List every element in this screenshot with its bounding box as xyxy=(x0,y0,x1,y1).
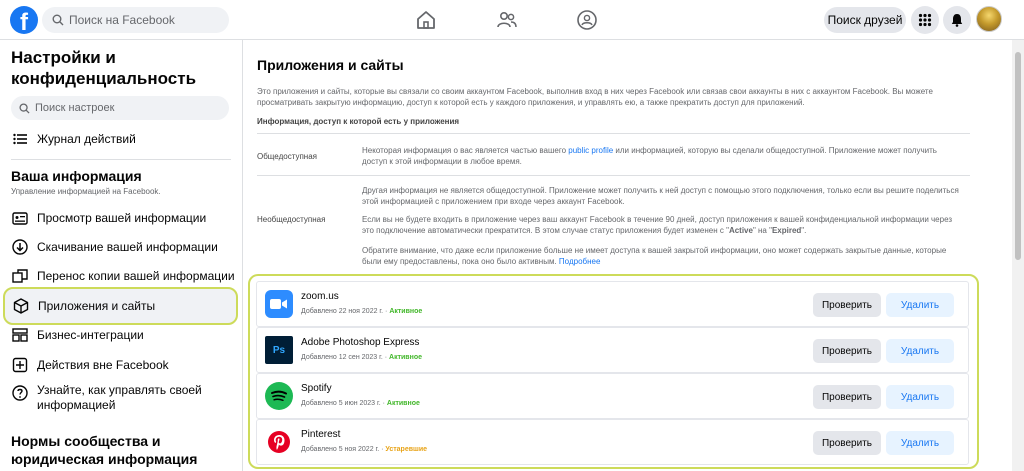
friends-icon[interactable] xyxy=(496,9,518,31)
sidebar-item-manage-info[interactable]: Узнайте, как управлять своей информацией xyxy=(8,381,236,417)
app-card-photoshop-express: Ps Adobe Photoshop Express Добавлено 12 … xyxy=(256,327,969,373)
menu-grid-icon xyxy=(918,13,932,27)
app-card-zoom: zoom.us Добавлено 22 ноя 2022 г. · Актив… xyxy=(256,281,969,327)
page-description: Это приложения и сайты, которые вы связа… xyxy=(257,87,933,107)
top-navigation-bar: f Поиск друзей xyxy=(0,0,1024,40)
off-facebook-icon xyxy=(11,356,29,374)
sidebar-item-label: Скачивание вашей информации xyxy=(37,240,218,254)
divider xyxy=(257,175,970,176)
pinterest-icon xyxy=(265,428,293,456)
your-info-heading: Ваша информация xyxy=(11,168,142,184)
menu-button[interactable] xyxy=(911,6,939,34)
review-button[interactable]: Проверить xyxy=(813,339,881,363)
sidebar-item-label: Журнал действий xyxy=(37,132,136,146)
settings-search-input[interactable] xyxy=(35,102,215,114)
review-button[interactable]: Проверить xyxy=(813,385,881,409)
sidebar-item-label: Перенос копии вашей информации xyxy=(37,269,235,283)
remove-button[interactable]: Удалить xyxy=(886,385,954,409)
your-info-subtitle: Управление информацией на Facebook. xyxy=(11,187,161,196)
nonpublic-info-paragraph-2: Если вы не будете входить в приложение ч… xyxy=(362,215,953,235)
community-standards-heading: Нормы сообщества и юридическая информаци… xyxy=(11,433,198,467)
app-card-pinterest: Pinterest Добавлено 5 ноя 2022 г. · Уста… xyxy=(256,419,969,465)
page-title: Приложения и сайты xyxy=(257,57,404,73)
review-button[interactable]: Проверить xyxy=(813,293,881,317)
sidebar-item-view-info[interactable]: Просмотр вашей информации xyxy=(8,204,236,232)
sidebar-item-apps-and-websites[interactable]: Приложения и сайты xyxy=(3,287,238,325)
learn-more-link[interactable]: Подробнее xyxy=(559,257,601,266)
download-icon xyxy=(11,238,29,256)
app-added-date: Добавлено 12 сен 2023 г. · Активное xyxy=(301,354,423,361)
photoshop-icon: Ps xyxy=(265,336,293,364)
info-card-icon xyxy=(11,209,29,227)
spotify-icon xyxy=(265,382,293,410)
business-icon xyxy=(11,326,29,344)
sidebar-item-label: Приложения и сайты xyxy=(38,299,156,313)
sidebar-item-label: Бизнес-интеграции xyxy=(37,328,144,342)
nonpublic-info-paragraph-3: Обратите внимание, что даже если приложе… xyxy=(362,246,947,266)
app-card-spotify: Spotify Добавлено 5 июн 2023 г. · Активн… xyxy=(256,373,969,419)
app-added-date: Добавлено 5 ноя 2022 г. · Устаревшие xyxy=(301,446,428,453)
divider xyxy=(257,133,970,134)
status-badge: Активное xyxy=(389,308,423,315)
help-icon xyxy=(11,384,29,402)
transfer-icon xyxy=(11,267,29,285)
app-name: Spotify xyxy=(301,383,332,394)
scrollbar-thumb[interactable] xyxy=(1015,52,1021,260)
cube-icon xyxy=(12,297,30,315)
app-name: zoom.us xyxy=(301,291,339,302)
sidebar-item-business-integrations[interactable]: Бизнес-интеграции xyxy=(8,321,236,349)
settings-search[interactable] xyxy=(11,96,229,120)
status-badge: Активное xyxy=(386,400,420,407)
sidebar-item-label: Узнайте, как управлять своей информацией xyxy=(37,383,202,412)
remove-button[interactable]: Удалить xyxy=(886,339,954,363)
notifications-button[interactable] xyxy=(943,6,971,34)
groups-icon[interactable] xyxy=(576,9,598,31)
sidebar-item-activity-log[interactable]: Журнал действий xyxy=(8,125,236,153)
search-icon xyxy=(52,14,64,26)
nonpublic-info-paragraph-1: Другая информация не является общедоступ… xyxy=(362,186,959,206)
public-info-label: Общедоступная xyxy=(257,152,317,161)
app-access-heading: Информация, доступ к которой есть у прил… xyxy=(257,117,460,126)
avatar[interactable] xyxy=(976,6,1002,32)
nonpublic-info-label: Необщедоступная xyxy=(257,215,326,224)
app-name: Pinterest xyxy=(301,429,341,440)
app-added-date: Добавлено 22 ноя 2022 г. · Активное xyxy=(301,308,423,315)
public-profile-link[interactable]: public profile xyxy=(568,146,613,155)
sidebar-item-transfer-copy[interactable]: Перенос копии вашей информации xyxy=(8,262,236,290)
sidebar-item-label: Действия вне Facebook xyxy=(37,358,169,372)
app-added-date: Добавлено 5 июн 2023 г. · Активное xyxy=(301,400,420,407)
home-icon[interactable] xyxy=(415,9,437,31)
notifications-bell-icon xyxy=(951,14,963,27)
remove-button[interactable]: Удалить xyxy=(886,293,954,317)
facebook-search[interactable] xyxy=(42,7,229,33)
status-badge: Устаревшие xyxy=(385,446,428,453)
remove-button[interactable]: Удалить xyxy=(886,431,954,455)
sidebar-item-download-info[interactable]: Скачивание вашей информации xyxy=(8,233,236,261)
status-badge: Активное xyxy=(389,354,423,361)
sidebar-divider xyxy=(11,159,231,160)
app-name: Adobe Photoshop Express xyxy=(301,337,420,348)
sidebar-item-label: Просмотр вашей информации xyxy=(37,211,207,225)
search-icon xyxy=(19,102,30,114)
sidebar-title: Настройки и конфиденциальность xyxy=(11,48,197,88)
list-icon xyxy=(11,130,29,148)
zoom-icon xyxy=(265,290,293,318)
sidebar-item-off-facebook-activity[interactable]: Действия вне Facebook xyxy=(8,351,236,379)
public-info-text: Некоторая информация о вас является част… xyxy=(362,146,937,166)
review-button[interactable]: Проверить xyxy=(813,431,881,455)
facebook-search-input[interactable] xyxy=(69,13,219,27)
facebook-logo[interactable]: f xyxy=(10,6,38,34)
find-friends-button[interactable]: Поиск друзей xyxy=(824,7,906,33)
